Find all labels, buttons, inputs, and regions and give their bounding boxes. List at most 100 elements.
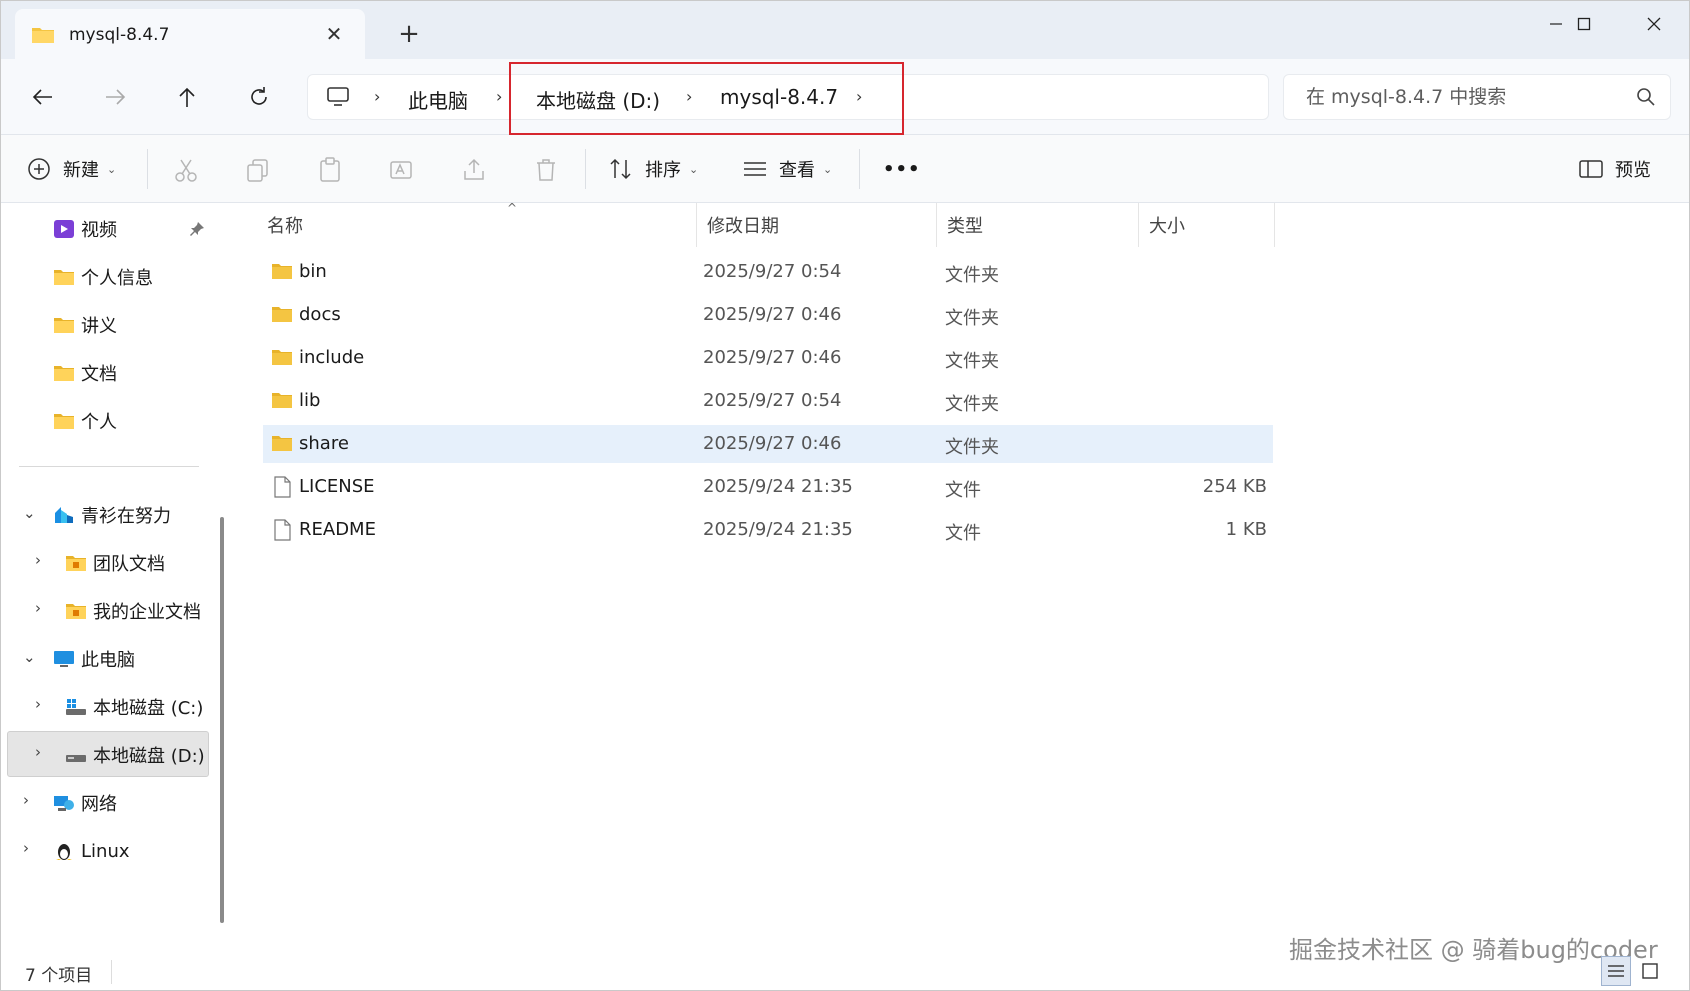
file-type: 文件夹 [945, 351, 999, 372]
back-arrow-icon [32, 89, 52, 105]
cloud-drive-icon [55, 507, 73, 523]
rename-icon[interactable] [389, 157, 415, 183]
path-highlight-box [509, 62, 904, 135]
folder-icon [271, 304, 293, 324]
item-count: 7 个项目 [25, 966, 93, 986]
up-arrow-icon [179, 87, 195, 107]
chevron-right-icon[interactable]: › [35, 695, 41, 713]
chevron-right-icon[interactable]: › [23, 839, 29, 857]
share-icon[interactable] [461, 157, 487, 183]
details-view-button[interactable] [1601, 956, 1631, 986]
forward-arrow-icon [106, 89, 126, 105]
file-type: 文件夹 [945, 394, 999, 415]
close-tab-icon[interactable]: ✕ [321, 21, 347, 47]
breadcrumb-separator[interactable]: › [496, 87, 502, 106]
sidebar-item-cloud-drive[interactable]: 青衫在努力 [53, 495, 171, 535]
forward-button[interactable] [97, 79, 133, 115]
close-window-button[interactable] [1619, 9, 1689, 39]
sidebar-item-linux[interactable]: Linux [53, 831, 130, 871]
view-button[interactable]: 查看 ⌄ [743, 153, 832, 185]
maximize-button[interactable] [1549, 9, 1619, 39]
file-row-license[interactable]: LICENSE 2025/9/24 21:35 文件 254 KB [263, 468, 1273, 506]
sidebar-item-video[interactable]: 视频 [53, 209, 117, 249]
sidebar-item-drive-c[interactable]: 本地磁盘 (C:) [65, 687, 203, 727]
new-tab-button[interactable]: + [395, 21, 423, 49]
chevron-right-icon[interactable]: › [35, 551, 41, 569]
sort-button[interactable]: 排序 ⌄ [609, 153, 698, 185]
file-row-lib[interactable]: lib 2025/9/27 0:54 文件夹 [263, 382, 1273, 420]
sidebar-item-lecture[interactable]: 讲义 [53, 305, 117, 345]
tab-title: mysql-8.4.7 [69, 24, 170, 45]
tiles-view-button[interactable] [1635, 956, 1665, 986]
new-button[interactable]: 新建 ⌄ [27, 153, 116, 185]
column-header-size[interactable]: 大小 [1139, 203, 1275, 247]
sidebar-divider [19, 466, 199, 467]
sidebar-item-label: 此电脑 [81, 650, 135, 671]
folder-icon [271, 347, 293, 367]
sidebar-item-this-pc[interactable]: 此电脑 [53, 639, 135, 679]
column-header-name[interactable]: 名称 ^ [257, 201, 697, 247]
search-input[interactable] [1284, 75, 1624, 119]
file-row-docs[interactable]: docs 2025/9/27 0:46 文件夹 [263, 296, 1273, 334]
linux-penguin-icon [56, 844, 72, 860]
cut-icon[interactable] [173, 157, 199, 183]
network-icon [54, 796, 74, 811]
tab-mysql[interactable]: mysql-8.4.7 ✕ [15, 9, 365, 60]
breadcrumb-separator[interactable]: › [374, 87, 380, 106]
tiles-view-icon [1642, 963, 1658, 979]
folder-icon [32, 27, 54, 43]
file-row-share[interactable]: share 2025/9/27 0:46 文件夹 [263, 425, 1273, 463]
file-name: lib [299, 390, 321, 411]
file-icon [271, 476, 293, 498]
sidebar-item-team-docs[interactable]: 团队文档 [65, 543, 165, 583]
paste-icon[interactable] [317, 157, 343, 183]
file-type: 文件 [945, 480, 981, 501]
file-modified: 2025/9/27 0:46 [703, 304, 842, 325]
toolbar-divider [585, 149, 586, 189]
sidebar-scrollbar[interactable] [220, 517, 224, 923]
file-row-include[interactable]: include 2025/9/27 0:46 文件夹 [263, 339, 1273, 377]
file-size: 254 KB [1202, 476, 1267, 497]
file-row-bin[interactable]: bin 2025/9/27 0:54 文件夹 [263, 253, 1273, 291]
breadcrumb-this-pc[interactable]: 此电脑 [408, 85, 468, 114]
folder-icon [54, 366, 74, 381]
file-row-readme[interactable]: README 2025/9/24 21:35 文件 1 KB [263, 511, 1273, 549]
chevron-right-icon[interactable]: › [35, 743, 41, 761]
file-list: 名称 ^ 修改日期 类型 大小 bin 2025/9/27 0:54 文件夹 docs… [237, 201, 1689, 952]
preview-pane-button[interactable]: 预览 [1579, 153, 1651, 185]
folder-icon [271, 390, 293, 410]
file-explorer-window: mysql-8.4.7 ✕ + › 此电脑 › 本地磁盘 (D:) › mysq… [0, 0, 1690, 991]
up-button[interactable] [169, 79, 205, 115]
chevron-down-icon: ⌄ [689, 162, 699, 176]
file-name: docs [299, 304, 341, 325]
column-header-type[interactable]: 类型 [937, 203, 1139, 247]
file-type: 文件夹 [945, 308, 999, 329]
chevron-down-icon[interactable]: ⌄ [23, 648, 36, 666]
sidebar-item-personal-info[interactable]: 个人信息 [53, 257, 153, 297]
chevron-down-icon[interactable]: ⌄ [23, 504, 36, 522]
refresh-button[interactable] [241, 79, 277, 115]
pin-icon[interactable] [189, 221, 205, 237]
chevron-right-icon[interactable]: › [23, 791, 29, 809]
copy-icon[interactable] [245, 157, 271, 183]
search-box[interactable] [1283, 74, 1671, 120]
more-options-button[interactable]: ••• [883, 153, 921, 185]
sidebar-item-drive-d[interactable]: 本地磁盘 (D:) [65, 735, 205, 775]
toolbar-divider [859, 149, 860, 189]
sidebar-item-personal[interactable]: 个人 [53, 401, 117, 441]
column-header-modified[interactable]: 修改日期 [697, 203, 937, 247]
sort-ascending-icon: ^ [507, 201, 518, 215]
sidebar-item-documents[interactable]: 文档 [53, 353, 117, 393]
new-label: 新建 [63, 160, 99, 181]
maximize-icon [1577, 17, 1591, 31]
sidebar-item-network[interactable]: 网络 [53, 783, 117, 823]
sidebar-item-enterprise-docs[interactable]: 我的企业文档 [65, 591, 201, 631]
column-label: 大小 [1149, 216, 1185, 237]
file-modified: 2025/9/24 21:35 [703, 476, 853, 497]
delete-icon[interactable] [533, 157, 559, 183]
chevron-right-icon[interactable]: › [35, 599, 41, 617]
chevron-down-icon: ⌄ [823, 162, 833, 176]
file-type: 文件 [945, 523, 981, 544]
file-modified: 2025/9/27 0:46 [703, 347, 842, 368]
back-button[interactable] [25, 79, 61, 115]
